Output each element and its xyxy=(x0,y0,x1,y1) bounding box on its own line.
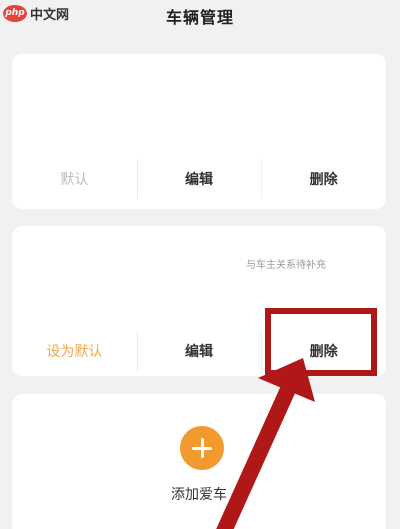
add-vehicle-label[interactable]: 添加爱车 xyxy=(12,484,386,504)
annotation-highlight-box xyxy=(265,308,377,376)
plus-icon xyxy=(200,438,204,458)
card-actions: 默认 编辑 删除 xyxy=(12,151,386,207)
vehicle-note: 与车主关系待补充 xyxy=(246,260,326,271)
edit-button[interactable]: 编辑 xyxy=(136,331,262,371)
set-default-button[interactable]: 设为默认 xyxy=(12,341,137,361)
delete-button[interactable]: 删除 xyxy=(261,159,386,199)
add-vehicle-button[interactable] xyxy=(180,426,224,470)
default-label: 默认 xyxy=(60,172,89,188)
watermark-text: 中文网 xyxy=(30,7,70,23)
watermark-logo: php xyxy=(3,4,27,22)
vehicle-card: 默认 编辑 删除 xyxy=(12,54,386,209)
edit-button[interactable]: 编辑 xyxy=(136,159,262,199)
site-watermark: php 中文网 xyxy=(0,0,73,26)
add-vehicle-card: 添加爱车 xyxy=(12,394,386,529)
